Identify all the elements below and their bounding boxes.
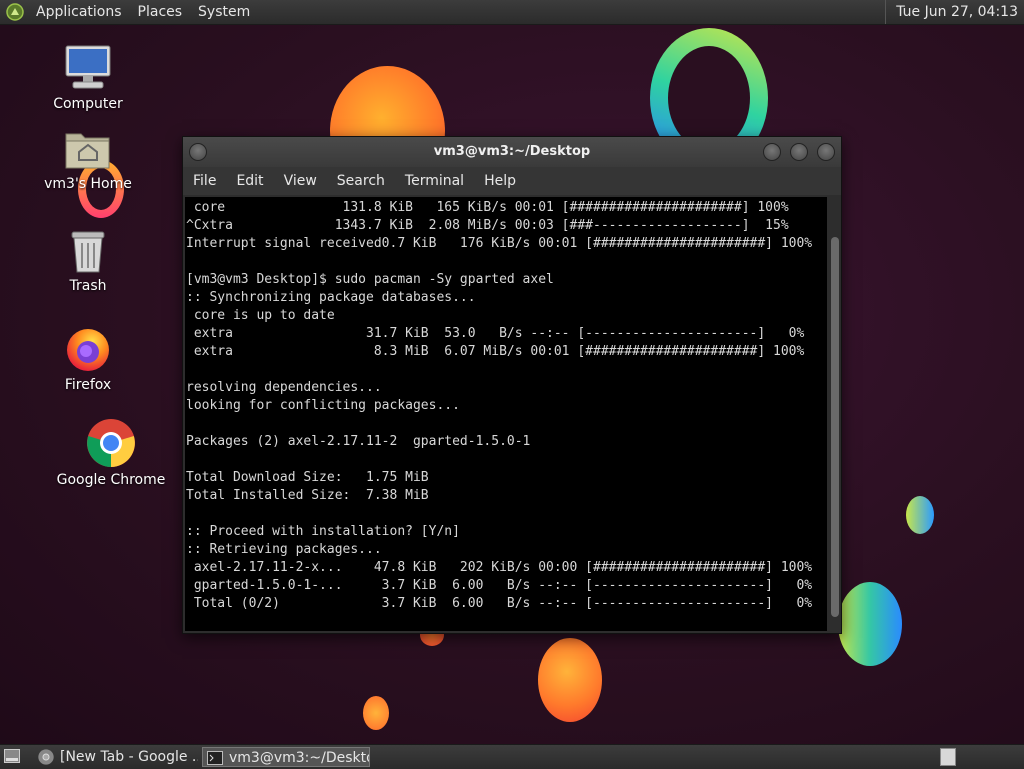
taskbar-item-chrome[interactable]: [New Tab - Google ... [34, 747, 198, 767]
menu-file[interactable]: File [183, 167, 226, 195]
trash-icon [71, 231, 105, 273]
terminal-output[interactable]: core 131.8 KiB 165 KiB/s 00:01 [########… [185, 197, 827, 631]
desktop-icon-computer[interactable]: Computer [33, 44, 143, 112]
menu-edit[interactable]: Edit [226, 167, 273, 195]
desktop-icon-label: Firefox [64, 377, 112, 393]
terminal-icon [207, 751, 223, 765]
menu-terminal[interactable]: Terminal [395, 167, 474, 195]
applications-menu[interactable]: Applications [28, 0, 130, 24]
wallpaper-green-bubble [838, 582, 902, 666]
menu-help[interactable]: Help [474, 167, 526, 195]
menu-search[interactable]: Search [327, 167, 395, 195]
terminal-text: core 131.8 KiB 165 KiB/s 00:01 [########… [186, 200, 813, 611]
chrome-icon [87, 419, 135, 467]
panel-clock[interactable]: Tue Jun 27, 04:13 [885, 0, 1018, 24]
minimize-button[interactable] [763, 143, 781, 161]
maximize-button[interactable] [790, 143, 808, 161]
workspace-switcher[interactable] [940, 748, 956, 766]
chrome-icon [38, 749, 54, 765]
taskbar-item-label: [New Tab - Google ... [60, 749, 198, 765]
taskbar-item-label: vm3@vm3:~/Desktop [229, 750, 370, 766]
scrollbar-thumb[interactable] [831, 237, 839, 617]
window-title: vm3@vm3:~/Desktop [433, 144, 591, 159]
wallpaper-orange-bubble-bottom [538, 638, 602, 722]
computer-icon [65, 45, 111, 89]
wallpaper-blue-bubble [906, 496, 934, 534]
window-titlebar[interactable]: vm3@vm3:~/Desktop [183, 137, 841, 167]
system-menu[interactable]: System [190, 0, 258, 24]
bottom-panel: [New Tab - Google ... vm3@vm3:~/Desktop [0, 744, 1024, 769]
wallpaper-orange-bubble-small [363, 696, 389, 730]
home-folder-icon [65, 133, 110, 169]
places-menu[interactable]: Places [130, 0, 191, 24]
desktop-icon-label: Computer [53, 96, 123, 112]
menu-view[interactable]: View [274, 167, 327, 195]
terminal-menubar: File Edit View Search Terminal Help [183, 167, 841, 195]
desktop-icon-home[interactable]: vm3's Home [33, 128, 143, 192]
terminal-window[interactable]: vm3@vm3:~/Desktop File Edit View Search … [182, 136, 842, 634]
desktop-icon-firefox[interactable]: Firefox [33, 325, 143, 393]
desktop-icon-label: Trash [69, 278, 107, 294]
mate-logo-icon[interactable] [6, 3, 24, 21]
firefox-icon [67, 329, 109, 371]
desktop-icon-label: vm3's Home [44, 176, 132, 192]
top-panel: Applications Places System Tue Jun 27, 0… [0, 0, 1024, 25]
show-desktop-icon[interactable] [4, 749, 20, 763]
desktop-icon-chrome[interactable]: Google Chrome [56, 418, 166, 488]
desktop-icon-label: Google Chrome [56, 472, 166, 488]
terminal-scrollbar[interactable] [829, 197, 841, 631]
taskbar-item-terminal[interactable]: vm3@vm3:~/Desktop [202, 747, 370, 767]
close-button[interactable] [817, 143, 835, 161]
desktop-icon-trash[interactable]: Trash [33, 228, 143, 294]
